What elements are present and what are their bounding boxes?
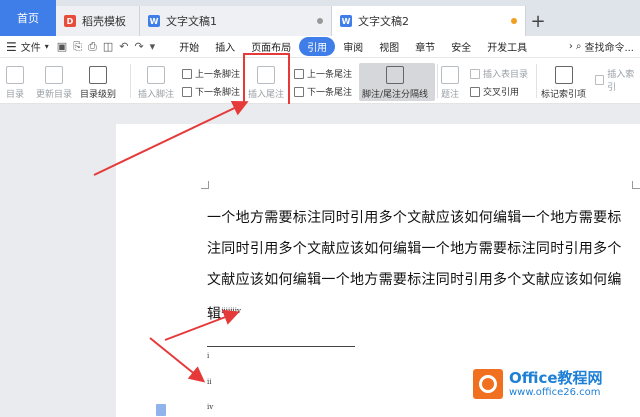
separator-line-icon <box>386 66 405 84</box>
divider <box>437 64 438 98</box>
more-icon[interactable]: ▾ <box>150 40 156 54</box>
toc-level-button[interactable]: 目录级别 <box>80 66 116 100</box>
toc-button[interactable]: 目录 <box>6 66 24 100</box>
divider <box>130 64 131 98</box>
refresh-icon <box>45 66 63 84</box>
new-tab-button[interactable]: + <box>526 6 550 36</box>
divider <box>536 64 537 98</box>
menu-bar: ☰ 文件 ▾ ▣ ⎘ ⎙ ◫ ↶ ↷ ▾ 开始 插入 页面布局 引用 审阅 视图… <box>0 36 640 58</box>
watermark-url: www.office26.com <box>509 387 601 398</box>
menu-section[interactable]: 章节 <box>407 37 443 56</box>
update-toc-button[interactable]: 更新目录 <box>36 66 72 100</box>
command-search[interactable]: 查找命令... <box>584 39 634 54</box>
tab-doc2[interactable]: W 文字文稿2 <box>332 6 526 36</box>
page-layout-icon[interactable] <box>156 404 166 416</box>
office-logo-icon <box>473 369 503 399</box>
tab-doc1[interactable]: W 文字文稿1 <box>140 6 332 36</box>
endnote-references: iiiiiiiv <box>221 307 241 315</box>
next-endnote-icon <box>294 86 304 97</box>
table-of-figures-icon <box>470 68 480 79</box>
next-endnote-button[interactable]: 下一条尾注 <box>294 85 352 98</box>
insert-table-of-figures-button[interactable]: 插入表目录 <box>470 67 528 80</box>
writer-doc-icon: W <box>148 15 160 27</box>
search-icon: ⌕ <box>575 41 582 52</box>
watermark-logo: Office教程网 www.office26.com <box>473 369 603 399</box>
margin-corner-mark <box>632 181 640 189</box>
prev-endnote-button[interactable]: 上一条尾注 <box>294 67 352 80</box>
docer-logo-icon: D <box>64 15 76 27</box>
footnote-icon <box>147 66 165 84</box>
insert-footnote-button[interactable]: 插入脚注 <box>138 66 174 100</box>
endnote-item[interactable]: i <box>207 352 209 360</box>
mark-index-icon <box>554 66 573 84</box>
footnote-separator-button[interactable]: 脚注/尾注分隔线 <box>362 66 428 100</box>
print-icon[interactable]: ⎙ <box>88 40 97 54</box>
hamburger-icon[interactable]: ☰ <box>6 40 17 54</box>
ribbon-references: 目录 更新目录 目录级别 插入脚注 上一条脚注 下一条脚注 插入尾注 上一条尾注… <box>0 58 640 104</box>
endnote-item[interactable]: iv <box>207 403 213 411</box>
menu-view[interactable]: 视图 <box>371 37 407 56</box>
toc-icon <box>6 66 24 84</box>
margin-corner-mark <box>201 181 209 189</box>
tab-label: 文字文稿2 <box>358 15 409 28</box>
tab-home[interactable]: 首页 <box>0 0 56 36</box>
mark-index-entry-button[interactable]: 标记索引项 <box>541 66 586 100</box>
insert-index-icon <box>595 75 605 85</box>
tab-bar: 首页 D 稻壳模板 W 文字文稿1 W 文字文稿2 + <box>0 0 640 36</box>
insert-index-button[interactable]: 插入索引 <box>595 67 640 93</box>
caption-button[interactable]: 题注 <box>441 66 459 100</box>
menu-start[interactable]: 开始 <box>171 37 207 56</box>
save-icon[interactable]: ▣ <box>57 40 67 54</box>
chevron-down-icon: ▾ <box>44 42 49 51</box>
next-footnote-button[interactable]: 下一条脚注 <box>182 85 240 98</box>
endnote-separator-line <box>207 346 355 347</box>
toc-level-icon <box>89 66 107 84</box>
unsaved-dot-icon[interactable] <box>511 18 517 24</box>
menu-insert[interactable]: 插入 <box>207 37 243 56</box>
tab-label: 稻壳模板 <box>82 15 126 28</box>
tab-template[interactable]: D 稻壳模板 <box>56 6 140 36</box>
redo-icon[interactable]: ↷ <box>134 40 143 54</box>
tab-label: 文字文稿1 <box>166 15 217 28</box>
menu-review[interactable]: 审阅 <box>335 37 371 56</box>
prev-endnote-icon <box>294 68 304 79</box>
chevron-right-icon[interactable]: › <box>569 41 573 52</box>
watermark-brand: Office教程网 <box>509 369 603 387</box>
paragraph-text: 一个地方需要标注同时引用多个文献应该如何编辑一个地方需要标注同时引用多个文献应该… <box>207 210 622 323</box>
file-menu[interactable]: 文件 <box>21 39 41 54</box>
menu-security[interactable]: 安全 <box>443 37 479 56</box>
next-footnote-icon <box>182 86 192 97</box>
endnote-item[interactable]: ii <box>207 378 211 386</box>
cross-reference-button[interactable]: 交叉引用 <box>470 85 519 98</box>
unsaved-dot-icon[interactable] <box>317 18 323 24</box>
preview-icon[interactable]: ◫ <box>103 40 113 54</box>
undo-icon[interactable]: ↶ <box>119 40 128 54</box>
menu-references[interactable]: 引用 <box>299 37 336 56</box>
quick-access-toolbar: ▣ ⎘ ⎙ ◫ ↶ ↷ ▾ <box>57 40 155 54</box>
document-paragraph[interactable]: 一个地方需要标注同时引用多个文献应该如何编辑一个地方需要标注同时引用多个文献应该… <box>207 203 635 331</box>
cross-reference-icon <box>470 86 480 97</box>
menu-developer[interactable]: 开发工具 <box>479 37 535 56</box>
prev-footnote-icon <box>182 68 192 79</box>
writer-doc-icon: W <box>340 15 352 27</box>
caption-icon <box>441 66 459 84</box>
export-icon[interactable]: ⎘ <box>73 40 82 54</box>
prev-footnote-button[interactable]: 上一条脚注 <box>182 67 240 80</box>
